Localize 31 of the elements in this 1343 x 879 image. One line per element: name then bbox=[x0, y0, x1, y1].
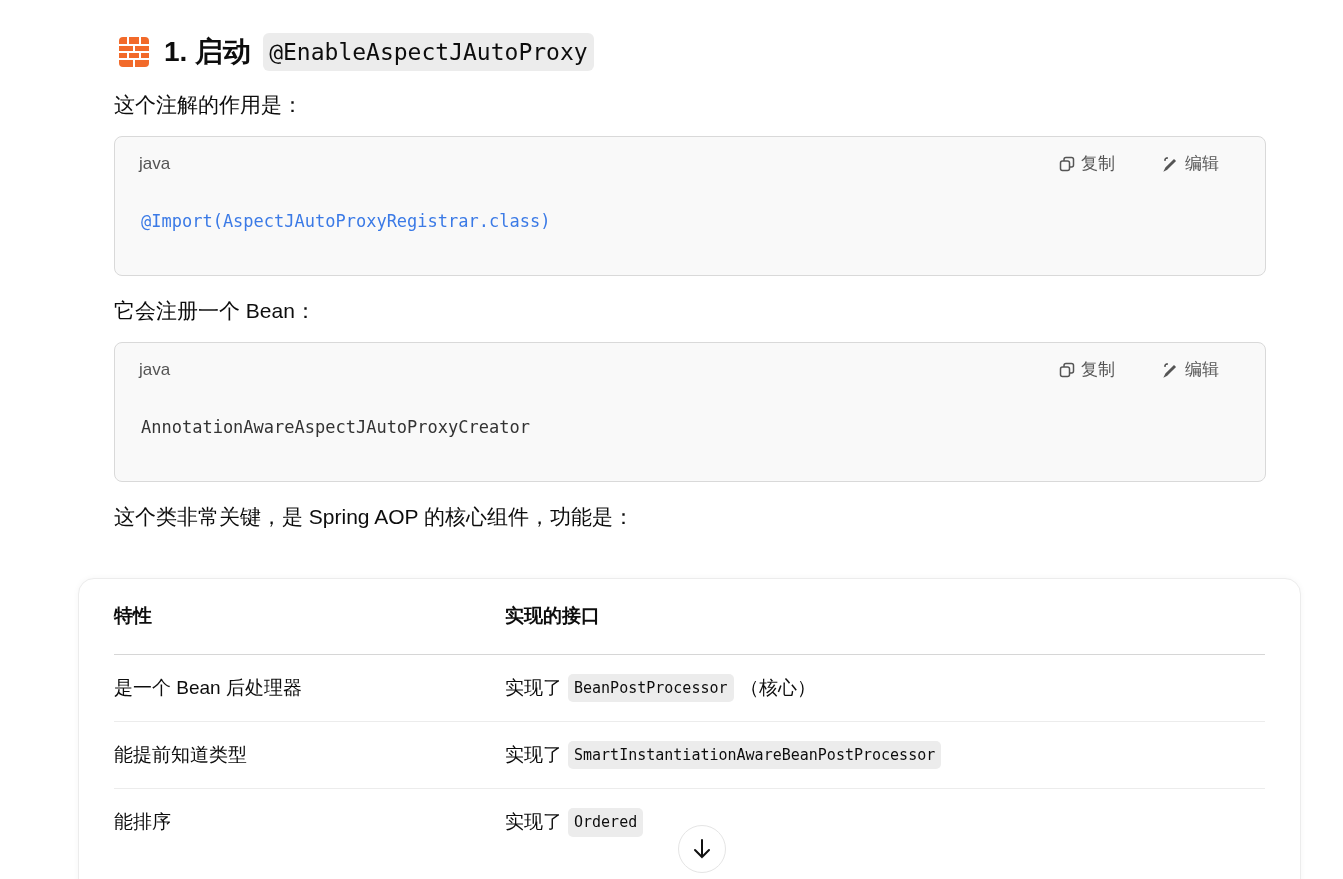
edit-button[interactable]: 编辑 bbox=[1163, 357, 1219, 383]
copy-icon bbox=[1059, 362, 1075, 378]
code-text: @Import(AspectJAutoProxyRegistrar.class) bbox=[141, 210, 551, 233]
cell-text: 实现了 bbox=[505, 810, 562, 835]
table-cell-text: 能排序 bbox=[114, 810, 172, 835]
cell-text: 实现了 bbox=[505, 742, 562, 767]
edit-button[interactable]: 编辑 bbox=[1163, 151, 1219, 177]
paragraph: 这个类非常关键，是 Spring AOP 的核心组件，功能是： bbox=[114, 504, 635, 530]
cell-text: （核心） bbox=[739, 675, 816, 700]
code-text: AnnotationAwareAspectJAutoProxyCreator bbox=[141, 416, 530, 439]
heading-code: @EnableAspectJAutoProxy bbox=[263, 32, 594, 72]
inline-code: BeanPostProcessor bbox=[568, 673, 734, 703]
pencil-icon bbox=[1163, 362, 1179, 378]
column-header: 特性 bbox=[114, 579, 505, 655]
cell-text: 实现了 bbox=[505, 675, 562, 700]
table-cell: 能提前知道类型 bbox=[114, 722, 505, 789]
inline-code: Ordered bbox=[568, 808, 644, 837]
code-language: java bbox=[139, 153, 171, 176]
heading-text: 1. 启动 bbox=[164, 35, 252, 69]
copy-button[interactable]: 复制 bbox=[1059, 357, 1115, 383]
code-language: java bbox=[139, 359, 171, 382]
paragraph: 它会注册一个 Bean： bbox=[114, 298, 316, 324]
inline-code: SmartInstantiationAwareBeanPostProcessor bbox=[568, 740, 942, 770]
arrow-down-icon bbox=[691, 838, 713, 860]
table-cell: 是一个 Bean 后处理器 bbox=[114, 655, 505, 722]
pencil-icon bbox=[1163, 156, 1179, 172]
column-header: 实现的接口 bbox=[505, 579, 1265, 655]
brick-wall-icon bbox=[118, 36, 150, 68]
copy-button[interactable]: 复制 bbox=[1059, 151, 1115, 177]
copy-icon bbox=[1059, 156, 1075, 172]
paragraph: 这个注解的作用是： bbox=[114, 92, 303, 118]
